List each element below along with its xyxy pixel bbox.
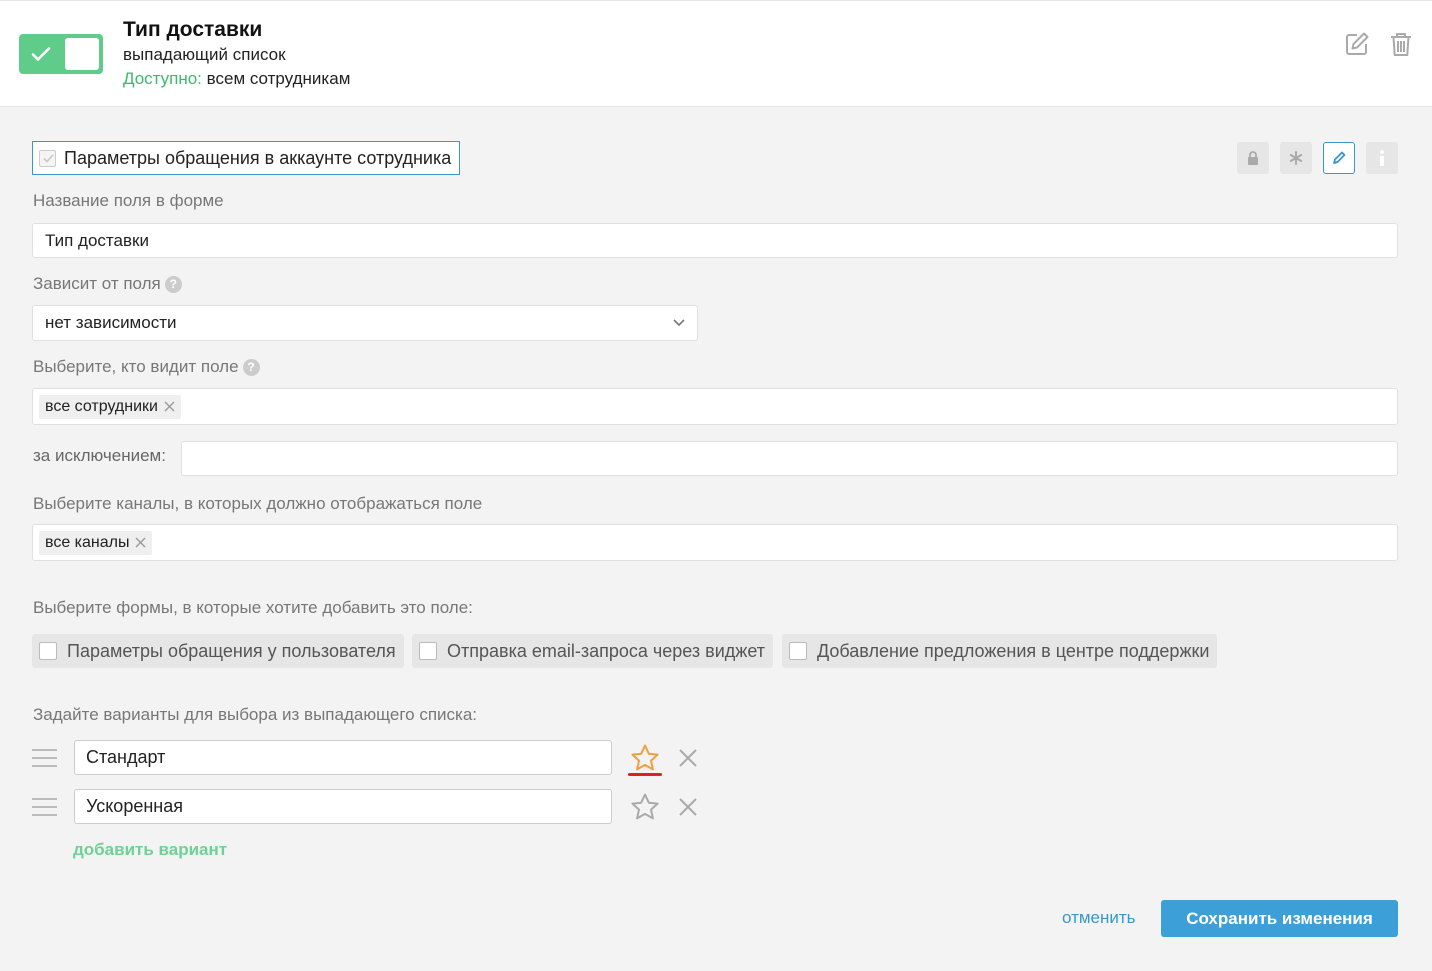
- except-input[interactable]: [181, 441, 1398, 476]
- lock-icon: [1248, 151, 1258, 165]
- checkbox[interactable]: [789, 642, 807, 660]
- star-icon[interactable]: [630, 792, 660, 822]
- remove-chip-icon[interactable]: [135, 537, 146, 548]
- forms-label: Выберите формы, в которые хотите добавит…: [33, 598, 473, 617]
- drag-handle-icon[interactable]: [32, 749, 57, 769]
- checkbox[interactable]: [39, 642, 57, 660]
- depends-on-label-text: Зависит от поля: [33, 274, 161, 293]
- channels-label: Выберите каналы, в которых должно отобра…: [33, 494, 483, 513]
- field-availability: Доступно: всем сотрудникам: [123, 69, 350, 89]
- chevron-down-icon: [673, 319, 685, 327]
- field-enabled-toggle[interactable]: [19, 34, 103, 74]
- checkbox-label: Параметры обращения в аккаунте сотрудник…: [64, 147, 452, 168]
- form-option-label: Отправка email-запроса через виджет: [447, 640, 765, 661]
- visibility-label: Выберите, кто видит поле?: [33, 357, 260, 377]
- chip-label: все каналы: [45, 533, 130, 551]
- variant-value: Ускоренная: [86, 796, 183, 816]
- trash-icon[interactable]: [1387, 30, 1415, 58]
- availability-label: Доступно:: [123, 69, 202, 88]
- info-button[interactable]: [1366, 142, 1398, 174]
- availability-value: всем сотрудникам: [206, 69, 351, 88]
- help-icon[interactable]: ?: [242, 359, 260, 376]
- variant-value: Стандарт: [86, 747, 166, 767]
- depends-on-select[interactable]: нет зависимости: [32, 305, 698, 341]
- variants-label: Задайте варианты для выбора из выпадающе…: [33, 705, 478, 724]
- remove-chip-icon[interactable]: [164, 401, 175, 412]
- visibility-label-text: Выберите, кто видит поле: [33, 357, 239, 376]
- close-icon[interactable]: [678, 797, 698, 817]
- form-option-suggestion[interactable]: Добавление предложения в центре поддержк…: [782, 634, 1218, 668]
- cancel-link[interactable]: отменить: [1062, 908, 1136, 928]
- editable-button[interactable]: [1323, 142, 1355, 174]
- close-icon[interactable]: [678, 748, 698, 768]
- help-icon[interactable]: ?: [164, 276, 182, 293]
- drag-handle-icon[interactable]: [32, 798, 57, 818]
- depends-on-value: нет зависимости: [45, 313, 177, 332]
- field-name-input[interactable]: Тип доставки: [32, 223, 1398, 258]
- employee-account-form-checkbox[interactable]: Параметры обращения в аккаунте сотрудник…: [32, 141, 461, 175]
- field-name-value: Тип доставки: [45, 230, 149, 250]
- form-option-email-widget[interactable]: Отправка email-запроса через виджет: [412, 634, 773, 668]
- form-option-user-params[interactable]: Параметры обращения у пользователя: [32, 634, 404, 668]
- variant-input[interactable]: Стандарт: [74, 740, 612, 775]
- add-variant-link[interactable]: добавить вариант: [73, 840, 227, 860]
- visibility-chip: все сотрудники: [39, 394, 181, 419]
- lock-button[interactable]: [1237, 142, 1269, 174]
- edit-icon[interactable]: [1343, 30, 1371, 58]
- variant-input[interactable]: Ускоренная: [74, 789, 612, 824]
- form-option-label: Параметры обращения у пользователя: [67, 640, 396, 661]
- pencil-icon: [1333, 151, 1346, 164]
- channels-select[interactable]: все каналы: [32, 524, 1398, 561]
- visibility-select[interactable]: все сотрудники: [32, 388, 1398, 425]
- checkbox[interactable]: [39, 149, 56, 167]
- checkbox[interactable]: [419, 642, 437, 660]
- star-icon[interactable]: [630, 743, 660, 773]
- save-button[interactable]: Сохранить изменения: [1161, 900, 1398, 937]
- asterisk-icon: [1289, 151, 1303, 165]
- field-name-label: Название поля в форме: [33, 191, 224, 210]
- except-label: за исключением:: [33, 446, 166, 465]
- required-button[interactable]: [1280, 142, 1312, 174]
- field-title: Тип доставки: [123, 18, 263, 41]
- form-option-label: Добавление предложения в центре поддержк…: [817, 640, 1210, 661]
- field-type: выпадающий список: [123, 45, 286, 64]
- field-header: Тип доставки выпадающий список Доступно:…: [0, 0, 1432, 107]
- info-icon: [1380, 150, 1384, 166]
- chip-label: все сотрудники: [45, 397, 158, 415]
- channels-chip: все каналы: [39, 530, 153, 555]
- depends-on-label: Зависит от поля?: [33, 274, 182, 294]
- check-icon: [31, 47, 51, 61]
- default-marker: [628, 773, 662, 776]
- toggle-knob: [65, 38, 99, 70]
